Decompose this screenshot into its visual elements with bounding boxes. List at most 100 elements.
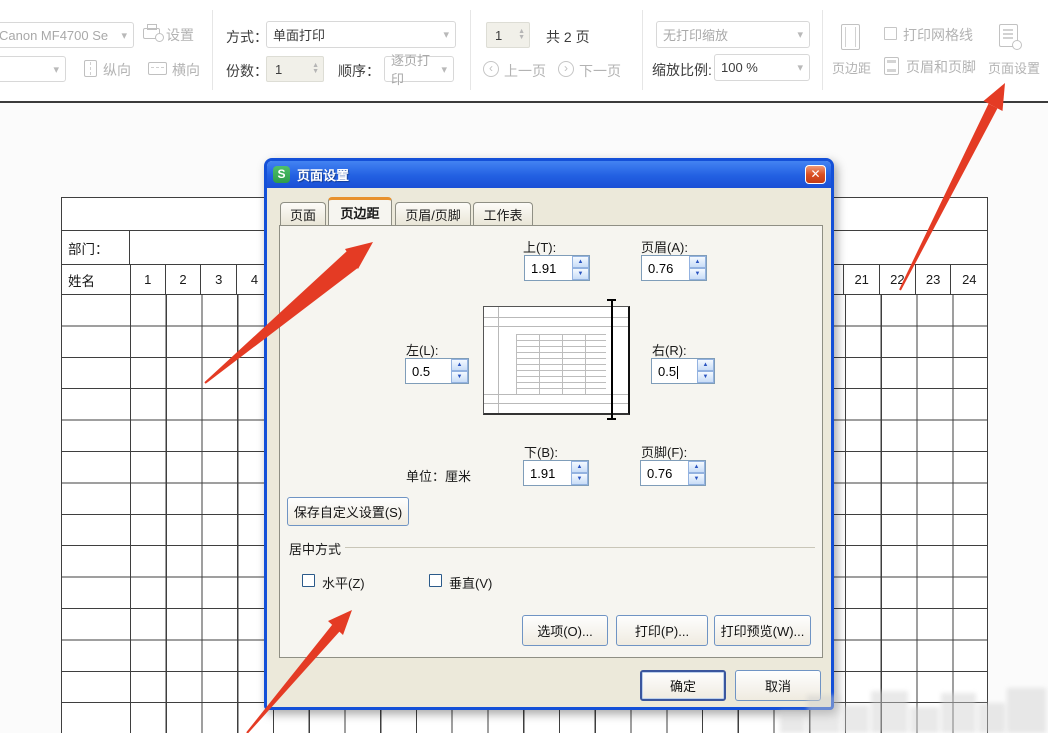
spin-down-icon[interactable]: ▼: [689, 268, 706, 280]
footer-margin-value[interactable]: 0.76: [641, 461, 688, 485]
toolbar-divider: [212, 10, 213, 90]
print-preview-screen: Canon MF4700 Se ▾ 设置 ▾ 纵向 横向 方式： 单面打印 ▾ …: [0, 0, 1048, 733]
col-number-cell: 22: [880, 265, 916, 294]
margin-bottom-stepper[interactable]: 1.91 ▲▼: [523, 460, 589, 486]
margin-top-value[interactable]: 1.91: [525, 256, 572, 280]
close-button[interactable]: ✕: [805, 165, 826, 184]
save-custom-settings-button[interactable]: 保存自定义设置(S): [287, 497, 409, 526]
header-footer-button[interactable]: 页眉和页脚: [906, 57, 976, 77]
spin-down-icon[interactable]: ▼: [572, 268, 589, 280]
stepper-arrows-icon[interactable]: ▲▼: [518, 29, 525, 41]
print-mode-select[interactable]: 单面打印 ▾: [266, 21, 456, 48]
dialog-title: 页面设置: [297, 165, 349, 184]
wps-logo-icon: S: [273, 166, 290, 183]
tab-header-footer[interactable]: 页眉/页脚: [395, 202, 471, 225]
col-number-cell: 1: [130, 265, 166, 294]
center-mode-group-label: 居中方式: [289, 539, 341, 558]
prev-page-button[interactable]: 上一页: [504, 61, 546, 81]
group-divider-line: [345, 547, 815, 548]
horizontal-center-label: 水平(Z): [322, 573, 365, 592]
toolbar-divider: [822, 10, 823, 90]
margin-top-label: 上(T):: [523, 237, 556, 256]
landscape-button[interactable]: 横向: [172, 60, 200, 80]
chevron-down-icon: ▾: [53, 63, 59, 76]
name-cell: 姓名: [62, 265, 130, 294]
printer-select[interactable]: Canon MF4700 Se ▾: [0, 22, 134, 48]
stepper-arrows-icon[interactable]: ▲▼: [312, 63, 319, 75]
margins-button[interactable]: 页边距: [832, 58, 871, 77]
margin-left-label: 左(L):: [406, 340, 439, 359]
header-margin-value[interactable]: 0.76: [642, 256, 689, 280]
unit-label: 单位：厘米: [406, 466, 471, 485]
vertical-center-label: 垂直(V): [449, 573, 492, 592]
right-margin-drag-line[interactable]: [611, 299, 613, 420]
footer-margin-label: 页脚(F):: [641, 442, 687, 461]
print-preview-button[interactable]: 打印预览(W)...: [714, 615, 811, 646]
toolbar-divider: [470, 10, 471, 90]
tab-worksheet[interactable]: 工作表: [473, 202, 533, 225]
margin-left-value[interactable]: 0.5: [406, 359, 451, 383]
col-number-cell: 2: [166, 265, 202, 294]
dialog-titlebar[interactable]: S 页面设置 ✕: [267, 161, 831, 188]
spin-down-icon[interactable]: ▼: [451, 371, 468, 383]
scale-mode-select[interactable]: 无打印缩放 ▾: [656, 21, 810, 48]
spin-down-icon[interactable]: ▼: [571, 473, 588, 485]
spin-up-icon[interactable]: ▲: [697, 359, 714, 371]
col-number-cell: 21: [844, 265, 880, 294]
tab-margins[interactable]: 页边距: [328, 197, 392, 225]
blurred-watermark: [780, 684, 1048, 733]
ok-button[interactable]: 确定: [640, 670, 726, 701]
paper-select[interactable]: ▾: [0, 56, 66, 82]
printer-select-value: Canon MF4700 Se: [0, 28, 108, 43]
margin-top-stepper[interactable]: 1.91 ▲▼: [524, 255, 590, 281]
col-number-cell: 24: [951, 265, 987, 294]
page-setup-icon: [999, 24, 1018, 47]
spin-up-icon[interactable]: ▲: [571, 461, 588, 473]
spin-down-icon[interactable]: ▼: [697, 371, 714, 383]
margins-icon: [841, 24, 860, 50]
margin-right-label: 右(R):: [652, 340, 687, 359]
options-button[interactable]: 选项(O)...: [522, 615, 608, 646]
next-page-icon: ›: [558, 61, 574, 77]
scale-select[interactable]: 100 % ▾: [714, 54, 810, 81]
dept-cell: 部门：: [62, 231, 130, 264]
footer-margin-stepper[interactable]: 0.76 ▲▼: [640, 460, 706, 486]
horizontal-center-checkbox[interactable]: [302, 574, 315, 587]
header-margin-label: 页眉(A):: [641, 237, 688, 256]
print-mode-value: 单面打印: [273, 25, 325, 44]
gridlines-checkbox[interactable]: [884, 27, 897, 40]
vertical-center-checkbox[interactable]: [429, 574, 442, 587]
margin-right-stepper[interactable]: 0.5 ▲▼: [651, 358, 715, 384]
chevron-down-icon: ▾: [441, 63, 447, 76]
margin-bottom-value[interactable]: 1.91: [524, 461, 571, 485]
col-number-cell: 23: [916, 265, 952, 294]
toolbar-bottom-divider: [0, 101, 1048, 103]
margin-right-value[interactable]: 0.5: [652, 359, 697, 383]
order-value: 逐页打印: [391, 50, 441, 88]
portrait-button[interactable]: 纵向: [103, 60, 131, 80]
margin-bottom-label: 下(B):: [524, 442, 558, 461]
margin-left-stepper[interactable]: 0.5 ▲▼: [405, 358, 469, 384]
copies-label: 份数：: [226, 61, 268, 81]
order-select[interactable]: 逐页打印 ▾: [384, 56, 454, 82]
order-label: 顺序：: [338, 61, 380, 81]
header-margin-stepper[interactable]: 0.76 ▲▼: [641, 255, 707, 281]
next-page-button[interactable]: 下一页: [579, 61, 621, 81]
page-number-stepper[interactable]: 1 ▲▼: [486, 22, 530, 48]
printer-settings-button[interactable]: 设置: [166, 25, 194, 45]
scale-label: 缩放比例:: [652, 60, 712, 80]
copies-value: 1: [275, 62, 282, 77]
spin-up-icon[interactable]: ▲: [451, 359, 468, 371]
spin-up-icon[interactable]: ▲: [689, 256, 706, 268]
close-icon: ✕: [810, 167, 820, 181]
page-setup-button[interactable]: 页面设置: [988, 58, 1040, 77]
print-button[interactable]: 打印(P)...: [616, 615, 708, 646]
copies-stepper[interactable]: 1 ▲▼: [266, 56, 324, 82]
spin-up-icon[interactable]: ▲: [572, 256, 589, 268]
prev-page-icon: ‹: [483, 61, 499, 77]
spin-down-icon[interactable]: ▼: [688, 473, 705, 485]
spin-up-icon[interactable]: ▲: [688, 461, 705, 473]
chevron-down-icon: ▾: [797, 28, 803, 41]
tab-page[interactable]: 页面: [280, 202, 326, 225]
printer-settings-icon: [143, 28, 160, 39]
